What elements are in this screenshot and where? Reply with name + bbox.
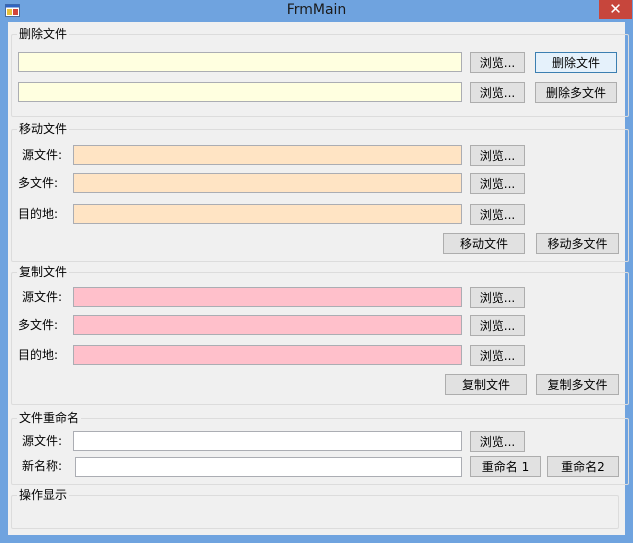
move-source-browse-button[interactable]: 浏览... bbox=[470, 145, 525, 166]
copy-group-legend: 复制文件 bbox=[17, 265, 70, 279]
delete-group-legend: 删除文件 bbox=[17, 27, 70, 41]
move-multi-browse-button[interactable]: 浏览... bbox=[470, 173, 525, 194]
delete-multi-input[interactable] bbox=[18, 82, 462, 102]
delete-file-group: 删除文件 浏览... 删除文件 浏览... 删除多文件 bbox=[11, 27, 629, 117]
copy-file-button[interactable]: 复制文件 bbox=[445, 374, 527, 395]
copy-multi-browse-button[interactable]: 浏览... bbox=[470, 315, 525, 336]
move-dest-input[interactable] bbox=[73, 204, 462, 224]
rename-group-legend: 文件重命名 bbox=[17, 411, 82, 425]
close-icon: ✕ bbox=[609, 0, 622, 18]
title-bar: FrmMain ✕ bbox=[0, 0, 633, 22]
rename1-button[interactable]: 重命名 1 bbox=[470, 456, 541, 477]
move-multi-input[interactable] bbox=[73, 173, 462, 193]
output-group-legend: 操作显示 bbox=[17, 488, 70, 502]
rename-source-label: 源文件: bbox=[22, 434, 63, 448]
copy-source-label: 源文件: bbox=[22, 290, 63, 304]
delete-file-button[interactable]: 删除文件 bbox=[535, 52, 617, 73]
delete-file-input[interactable] bbox=[18, 52, 462, 72]
copy-dest-label: 目的地: bbox=[18, 348, 59, 362]
copy-dest-input[interactable] bbox=[73, 345, 462, 365]
rename2-button[interactable]: 重命名2 bbox=[547, 456, 619, 477]
copy-dest-browse-button[interactable]: 浏览... bbox=[470, 345, 525, 366]
move-multi-button[interactable]: 移动多文件 bbox=[536, 233, 619, 254]
move-dest-browse-button[interactable]: 浏览... bbox=[470, 204, 525, 225]
move-multi-label: 多文件: bbox=[18, 176, 59, 190]
window-title: FrmMain bbox=[286, 2, 347, 18]
rename-group: 文件重命名 源文件: 浏览... 新名称: 重命名 1 重命名2 bbox=[11, 411, 629, 485]
rename-browse-button[interactable]: 浏览... bbox=[470, 431, 525, 452]
copy-multi-input[interactable] bbox=[73, 315, 462, 335]
delete-multi-browse-button[interactable]: 浏览... bbox=[470, 82, 525, 103]
output-group: 操作显示 bbox=[11, 488, 619, 529]
delete-multi-button[interactable]: 删除多文件 bbox=[535, 82, 617, 103]
copy-source-input[interactable] bbox=[73, 287, 462, 307]
form-client-area: 删除文件 浏览... 删除文件 浏览... 删除多文件 移动文件 源文件: 浏览… bbox=[8, 22, 629, 535]
new-name-input[interactable] bbox=[75, 457, 462, 477]
new-name-label: 新名称: bbox=[22, 459, 63, 473]
move-source-label: 源文件: bbox=[22, 148, 63, 162]
move-dest-label: 目的地: bbox=[18, 207, 59, 221]
copy-file-group: 复制文件 源文件: 浏览... 多文件: 浏览... 目的地: 浏览... 复制… bbox=[11, 265, 629, 405]
move-group-legend: 移动文件 bbox=[17, 122, 70, 136]
move-source-input[interactable] bbox=[73, 145, 462, 165]
copy-source-browse-button[interactable]: 浏览... bbox=[470, 287, 525, 308]
copy-multi-button[interactable]: 复制多文件 bbox=[536, 374, 619, 395]
rename-source-input[interactable] bbox=[73, 431, 462, 451]
move-file-group: 移动文件 源文件: 浏览... 多文件: 浏览... 目的地: 浏览... 移动… bbox=[11, 122, 629, 262]
move-file-button[interactable]: 移动文件 bbox=[443, 233, 525, 254]
close-button[interactable]: ✕ bbox=[599, 0, 632, 19]
copy-multi-label: 多文件: bbox=[18, 318, 59, 332]
delete-browse-button[interactable]: 浏览... bbox=[470, 52, 525, 73]
